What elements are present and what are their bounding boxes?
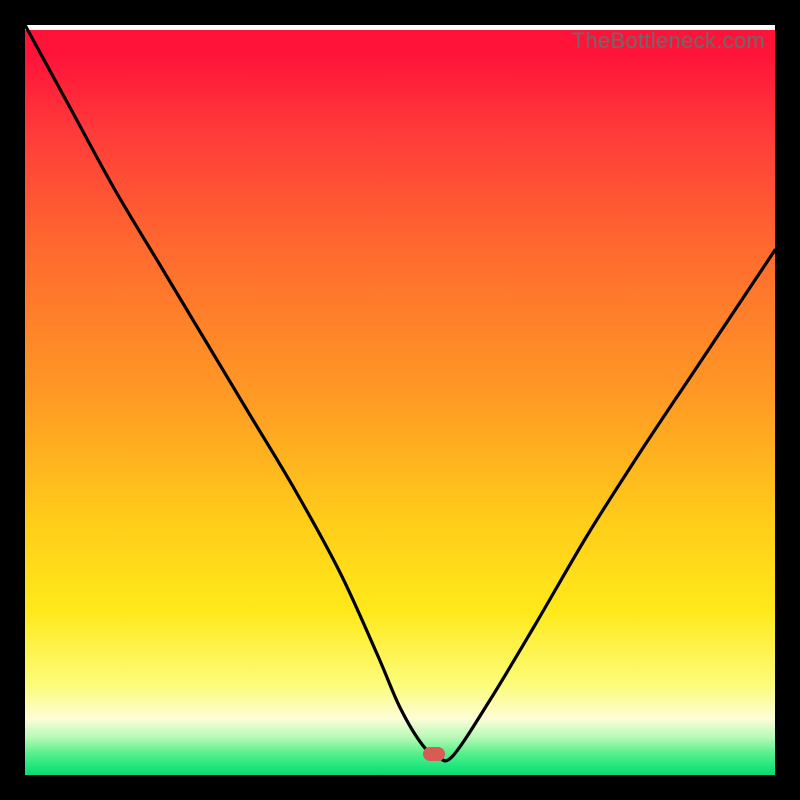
curve-path <box>25 25 775 761</box>
plot-area: TheBottleneck.com <box>25 25 775 775</box>
chart-frame: TheBottleneck.com <box>0 0 800 800</box>
optimal-marker <box>423 747 445 761</box>
bottleneck-curve <box>25 25 775 775</box>
